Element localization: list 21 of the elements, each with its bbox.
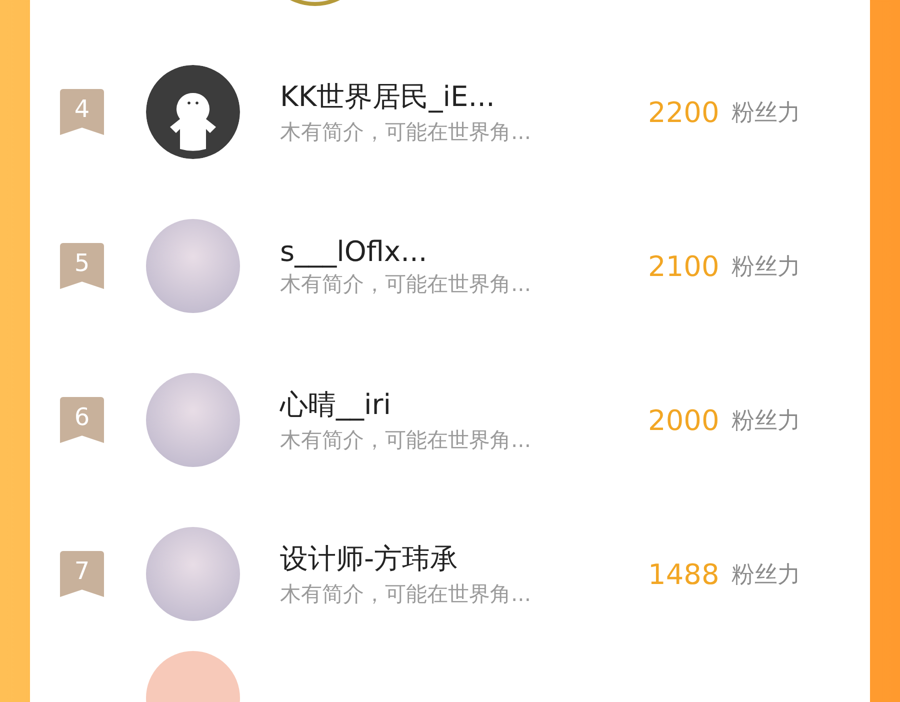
user-name[interactable]: 设计师-方玮承 xyxy=(280,540,625,578)
score-unit: 粉丝力 xyxy=(731,252,800,282)
score-value: 1488 xyxy=(648,558,720,590)
user-bio: 木有简介，可能在世界角... xyxy=(280,427,532,454)
score-unit: 粉丝力 xyxy=(731,406,800,436)
rank-badge: 6 xyxy=(60,397,104,443)
score-value: 2000 xyxy=(648,404,720,436)
rank-badge: 4 xyxy=(60,89,104,135)
user-name[interactable]: KK世界居民_iE... xyxy=(280,78,625,116)
user-name[interactable]: 心晴__iri xyxy=(280,386,625,424)
user-bio: 木有简介，可能在世界角... xyxy=(280,581,532,608)
score-value: 2100 xyxy=(648,250,720,282)
user-bio: 木有简介，可能在世界角... xyxy=(280,270,532,298)
rank-badge: 7 xyxy=(60,551,104,597)
score-unit: 粉丝力 xyxy=(731,560,800,590)
avatar-silhouette-icon xyxy=(146,65,240,159)
score-unit: 粉丝力 xyxy=(731,98,800,128)
rank-badge: 5 xyxy=(60,243,104,289)
user-name[interactable]: s___lOflx... xyxy=(280,234,625,268)
score-value: 2200 xyxy=(648,96,720,128)
user-bio: 木有简介，可能在世界角... xyxy=(280,119,532,146)
